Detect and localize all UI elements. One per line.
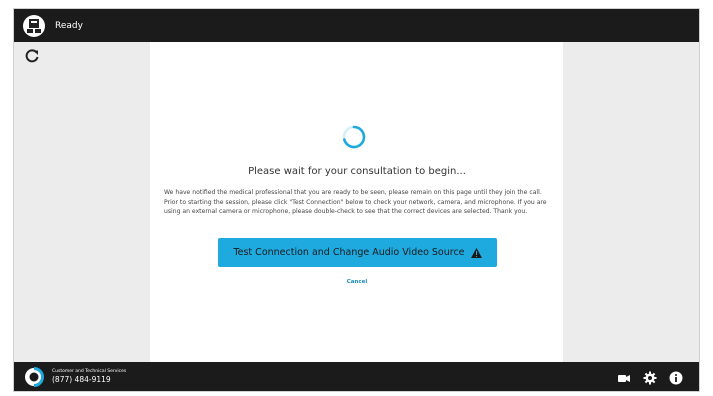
test-connection-label: Test Connection and Change Audio Video S… bbox=[233, 247, 465, 258]
instructions-text: We have notified the medical professiona… bbox=[164, 189, 547, 216]
clinic-logo bbox=[23, 14, 45, 37]
waiting-room-panel: Please wait for your consultation to beg… bbox=[150, 42, 564, 364]
loading-spinner bbox=[342, 125, 366, 149]
support-info: Customer and Technical Services (877) 48… bbox=[52, 369, 126, 384]
brand-icon bbox=[24, 366, 44, 387]
left-panel bbox=[14, 42, 150, 364]
bottom-bar: Customer and Technical Services (877) 48… bbox=[14, 362, 699, 391]
support-phone: (877) 484-9119 bbox=[52, 375, 111, 384]
bottom-toolbar bbox=[617, 370, 683, 384]
warning-icon bbox=[470, 247, 482, 258]
page-title: Please wait for your consultation to beg… bbox=[248, 166, 466, 177]
camera-icon[interactable] bbox=[617, 370, 631, 384]
right-panel bbox=[563, 42, 699, 364]
info-icon[interactable] bbox=[669, 370, 683, 384]
connection-status: Ready bbox=[55, 20, 83, 31]
gear-icon[interactable] bbox=[643, 370, 657, 384]
refresh-icon[interactable] bbox=[24, 48, 40, 64]
app-window: Ready Please wait for your consultation … bbox=[13, 8, 700, 392]
cancel-link[interactable]: Cancel bbox=[150, 279, 564, 285]
top-bar: Ready bbox=[14, 9, 699, 42]
test-connection-button[interactable]: Test Connection and Change Audio Video S… bbox=[218, 238, 497, 267]
